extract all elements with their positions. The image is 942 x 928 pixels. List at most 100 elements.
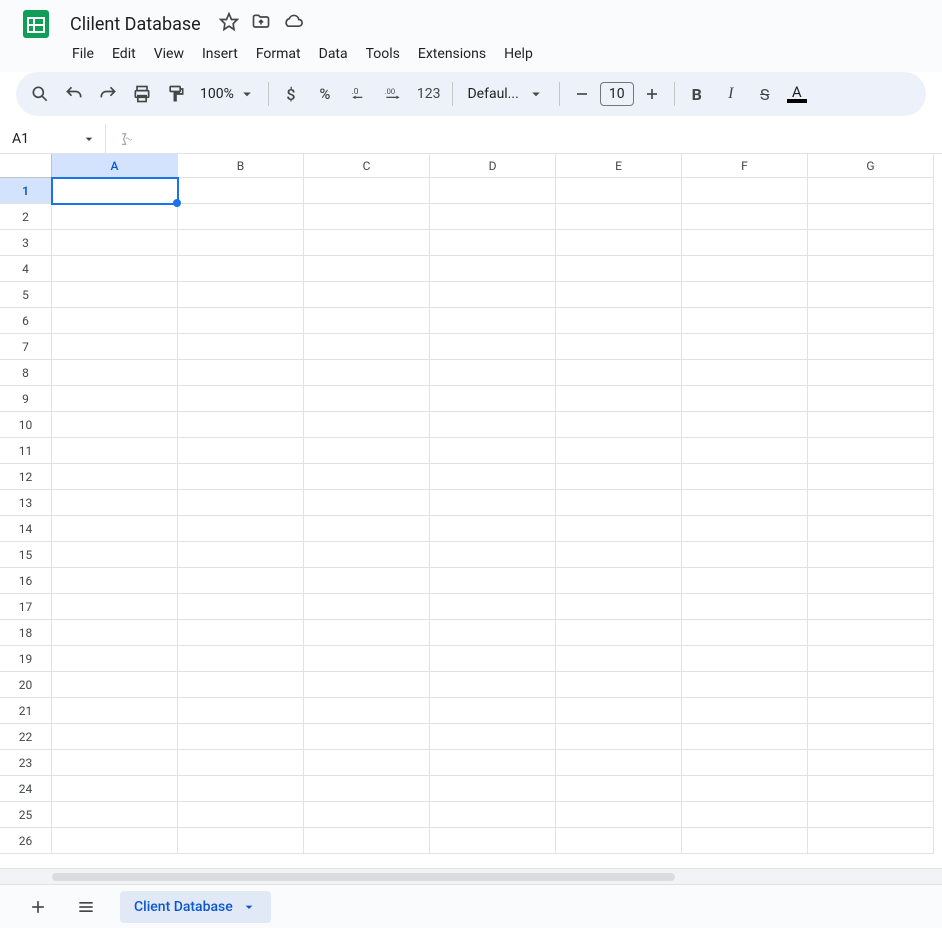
undo-button[interactable] <box>58 78 90 110</box>
row-header-2[interactable]: 2 <box>0 204 52 230</box>
cell-A26[interactable] <box>52 828 178 854</box>
cell-G16[interactable] <box>808 568 934 594</box>
menu-insert[interactable]: Insert <box>194 42 246 66</box>
cell-G4[interactable] <box>808 256 934 282</box>
cell-A16[interactable] <box>52 568 178 594</box>
cell-F8[interactable] <box>682 360 808 386</box>
cell-G11[interactable] <box>808 438 934 464</box>
cell-A3[interactable] <box>52 230 178 256</box>
cell-D24[interactable] <box>430 776 556 802</box>
cell-C23[interactable] <box>304 750 430 776</box>
cell-D16[interactable] <box>430 568 556 594</box>
cell-C20[interactable] <box>304 672 430 698</box>
cell-A21[interactable] <box>52 698 178 724</box>
row-header-23[interactable]: 23 <box>0 750 52 776</box>
cell-A9[interactable] <box>52 386 178 412</box>
cell-E13[interactable] <box>556 490 682 516</box>
cell-G20[interactable] <box>808 672 934 698</box>
cell-E5[interactable] <box>556 282 682 308</box>
cell-A6[interactable] <box>52 308 178 334</box>
row-header-16[interactable]: 16 <box>0 568 52 594</box>
cell-C18[interactable] <box>304 620 430 646</box>
cell-E25[interactable] <box>556 802 682 828</box>
percent-button[interactable]: % <box>309 78 341 110</box>
text-color-button[interactable]: A <box>783 78 811 110</box>
cell-E22[interactable] <box>556 724 682 750</box>
cell-C6[interactable] <box>304 308 430 334</box>
search-button[interactable] <box>24 78 56 110</box>
row-header-10[interactable]: 10 <box>0 412 52 438</box>
row-header-25[interactable]: 25 <box>0 802 52 828</box>
horizontal-scrollbar[interactable] <box>0 868 942 884</box>
row-header-22[interactable]: 22 <box>0 724 52 750</box>
row-header-24[interactable]: 24 <box>0 776 52 802</box>
row-header-3[interactable]: 3 <box>0 230 52 256</box>
decrease-font-size-button[interactable] <box>566 78 598 110</box>
cell-F23[interactable] <box>682 750 808 776</box>
cell-G21[interactable] <box>808 698 934 724</box>
cell-B11[interactable] <box>178 438 304 464</box>
cell-B17[interactable] <box>178 594 304 620</box>
cell-C2[interactable] <box>304 204 430 230</box>
row-header-6[interactable]: 6 <box>0 308 52 334</box>
row-header-7[interactable]: 7 <box>0 334 52 360</box>
add-sheet-button[interactable] <box>24 893 52 921</box>
cell-A10[interactable] <box>52 412 178 438</box>
cell-C4[interactable] <box>304 256 430 282</box>
cell-G12[interactable] <box>808 464 934 490</box>
cell-F6[interactable] <box>682 308 808 334</box>
cell-C24[interactable] <box>304 776 430 802</box>
row-header-19[interactable]: 19 <box>0 646 52 672</box>
cell-C9[interactable] <box>304 386 430 412</box>
cell-E23[interactable] <box>556 750 682 776</box>
selection-handle[interactable] <box>173 199 181 207</box>
cell-A8[interactable] <box>52 360 178 386</box>
formula-bar[interactable] <box>106 130 144 148</box>
cell-E18[interactable] <box>556 620 682 646</box>
name-box[interactable]: A1 <box>0 124 106 153</box>
cell-C13[interactable] <box>304 490 430 516</box>
cell-B25[interactable] <box>178 802 304 828</box>
paint-format-button[interactable] <box>160 78 192 110</box>
cell-A13[interactable] <box>52 490 178 516</box>
bold-button[interactable]: B <box>681 78 713 110</box>
select-all-corner[interactable] <box>0 154 52 178</box>
menu-edit[interactable]: Edit <box>104 42 144 66</box>
cell-B15[interactable] <box>178 542 304 568</box>
cell-G24[interactable] <box>808 776 934 802</box>
cell-G26[interactable] <box>808 828 934 854</box>
cell-E10[interactable] <box>556 412 682 438</box>
cell-C8[interactable] <box>304 360 430 386</box>
cell-E12[interactable] <box>556 464 682 490</box>
cell-G22[interactable] <box>808 724 934 750</box>
cell-B1[interactable] <box>178 178 304 204</box>
star-icon[interactable] <box>219 12 239 36</box>
cell-G10[interactable] <box>808 412 934 438</box>
row-header-12[interactable]: 12 <box>0 464 52 490</box>
print-button[interactable] <box>126 78 158 110</box>
cell-F25[interactable] <box>682 802 808 828</box>
cell-E2[interactable] <box>556 204 682 230</box>
cell-D20[interactable] <box>430 672 556 698</box>
cell-B10[interactable] <box>178 412 304 438</box>
cell-B9[interactable] <box>178 386 304 412</box>
row-header-5[interactable]: 5 <box>0 282 52 308</box>
row-header-21[interactable]: 21 <box>0 698 52 724</box>
cell-A20[interactable] <box>52 672 178 698</box>
cell-D19[interactable] <box>430 646 556 672</box>
cell-E11[interactable] <box>556 438 682 464</box>
cell-D17[interactable] <box>430 594 556 620</box>
cell-C5[interactable] <box>304 282 430 308</box>
cell-D8[interactable] <box>430 360 556 386</box>
cell-C22[interactable] <box>304 724 430 750</box>
cell-D9[interactable] <box>430 386 556 412</box>
cell-B8[interactable] <box>178 360 304 386</box>
cell-F2[interactable] <box>682 204 808 230</box>
cell-F21[interactable] <box>682 698 808 724</box>
font-size-input[interactable]: 10 <box>600 82 634 106</box>
cell-E15[interactable] <box>556 542 682 568</box>
cell-A17[interactable] <box>52 594 178 620</box>
cell-G9[interactable] <box>808 386 934 412</box>
cell-G17[interactable] <box>808 594 934 620</box>
cell-E8[interactable] <box>556 360 682 386</box>
